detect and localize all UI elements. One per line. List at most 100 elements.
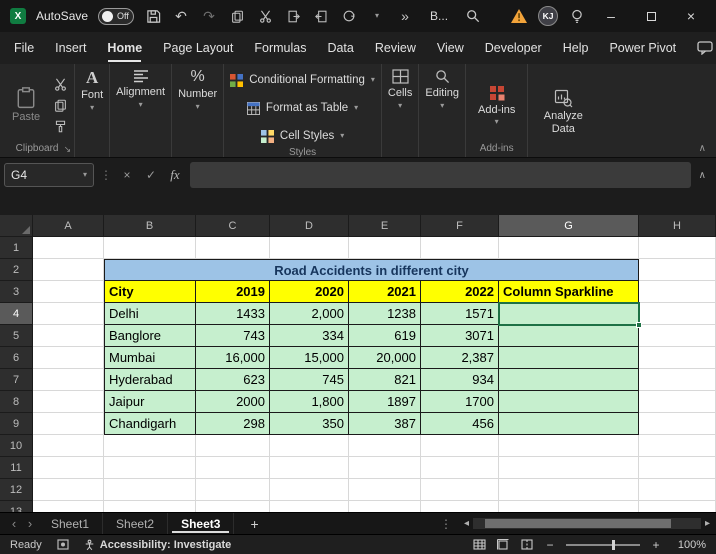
- cell-B3-header[interactable]: City: [104, 281, 196, 303]
- enter-icon[interactable]: ✓: [142, 166, 160, 184]
- sheet-nav-prev-icon[interactable]: ‹: [6, 516, 22, 531]
- clipboard-dialog-launcher-icon[interactable]: ↘: [64, 144, 72, 155]
- sheet-tab-sheet2[interactable]: Sheet2: [103, 513, 168, 534]
- cell-D8[interactable]: 1,800: [270, 391, 349, 413]
- sparkline-cell[interactable]: [499, 347, 639, 369]
- cell-C3-header[interactable]: 2019: [196, 281, 270, 303]
- cell[interactable]: [196, 457, 270, 479]
- cell-G4-sparkline-selected[interactable]: [499, 303, 639, 325]
- cell-F4[interactable]: 1571: [421, 303, 499, 325]
- tab-view[interactable]: View: [437, 41, 464, 55]
- row-header-4[interactable]: 4: [0, 303, 33, 325]
- row-header-1[interactable]: 1: [0, 237, 33, 259]
- cell[interactable]: [499, 479, 639, 501]
- tab-help[interactable]: Help: [563, 41, 589, 55]
- font-group[interactable]: A Font ▾: [75, 64, 110, 157]
- lightbulb-icon[interactable]: [568, 7, 586, 25]
- qat-sync-icon[interactable]: [340, 7, 358, 25]
- formula-bar-handle-icon[interactable]: ⋮: [100, 168, 112, 182]
- cell[interactable]: [421, 479, 499, 501]
- cell-C9[interactable]: 298: [196, 413, 270, 435]
- scroll-right-icon[interactable]: ▸: [705, 518, 710, 529]
- row-header-8[interactable]: 8: [0, 391, 33, 413]
- formula-input[interactable]: [190, 162, 691, 188]
- cell[interactable]: [349, 435, 421, 457]
- cell[interactable]: [639, 435, 716, 457]
- zoom-out-button[interactable]: −: [544, 538, 556, 552]
- sparkline-cell[interactable]: [499, 325, 639, 347]
- fill-handle[interactable]: [636, 322, 642, 328]
- cell-F5[interactable]: 3071: [421, 325, 499, 347]
- cell[interactable]: [639, 259, 716, 281]
- cell[interactable]: [196, 237, 270, 259]
- row-header-10[interactable]: 10: [0, 435, 33, 457]
- cell[interactable]: [33, 369, 104, 391]
- qat-customize-chevron-icon[interactable]: ▾: [368, 7, 386, 25]
- cell[interactable]: [33, 325, 104, 347]
- cell-E4[interactable]: 1238: [349, 303, 421, 325]
- expand-formula-bar-icon[interactable]: ∧: [697, 170, 708, 181]
- alignment-group[interactable]: Alignment ▾: [110, 64, 172, 157]
- format-painter-icon[interactable]: [52, 118, 68, 134]
- col-header-C[interactable]: C: [196, 215, 270, 237]
- col-header-G[interactable]: G: [499, 215, 639, 237]
- row-header-5[interactable]: 5: [0, 325, 33, 347]
- col-header-E[interactable]: E: [349, 215, 421, 237]
- cell[interactable]: [499, 435, 639, 457]
- minimize-button[interactable]: –: [596, 4, 626, 28]
- search-icon[interactable]: [464, 7, 482, 25]
- cell[interactable]: [33, 281, 104, 303]
- col-header-F[interactable]: F: [421, 215, 499, 237]
- editing-group[interactable]: Editing ▾: [419, 64, 466, 157]
- col-header-A[interactable]: A: [33, 215, 104, 237]
- cell-B6[interactable]: Mumbai: [104, 347, 196, 369]
- cell[interactable]: [639, 457, 716, 479]
- sheet-tab-sheet3[interactable]: Sheet3: [168, 513, 234, 534]
- zoom-slider[interactable]: [566, 544, 640, 546]
- cell[interactable]: [421, 435, 499, 457]
- analyze-data-button[interactable]: Analyze Data: [534, 87, 592, 137]
- tab-data[interactable]: Data: [327, 41, 353, 55]
- zoom-level[interactable]: 100%: [672, 539, 706, 551]
- scrollbar-thumb[interactable]: [485, 519, 671, 528]
- cell[interactable]: [349, 479, 421, 501]
- cell[interactable]: [639, 413, 716, 435]
- normal-view-icon[interactable]: [472, 539, 486, 551]
- row-header-6[interactable]: 6: [0, 347, 33, 369]
- tabbar-more-icon[interactable]: ⋮: [440, 517, 452, 531]
- col-header-H[interactable]: H: [639, 215, 716, 237]
- page-layout-view-icon[interactable]: [496, 539, 510, 551]
- qat-cut-icon[interactable]: [256, 7, 274, 25]
- tab-power-pivot[interactable]: Power Pivot: [609, 41, 676, 55]
- warning-icon[interactable]: [510, 7, 528, 25]
- cell-F9[interactable]: 456: [421, 413, 499, 435]
- name-box[interactable]: G4 ▾: [4, 163, 94, 187]
- tab-page-layout[interactable]: Page Layout: [163, 41, 233, 55]
- horizontal-scrollbar[interactable]: [473, 518, 701, 529]
- cell-E5[interactable]: 619: [349, 325, 421, 347]
- cell[interactable]: [639, 281, 716, 303]
- cell[interactable]: [639, 237, 716, 259]
- paste-button[interactable]: Paste: [6, 85, 46, 125]
- cell[interactable]: [270, 501, 349, 512]
- record-macro-icon[interactable]: [56, 539, 70, 551]
- cell[interactable]: [639, 303, 716, 325]
- cell[interactable]: [33, 347, 104, 369]
- redo-icon[interactable]: ↷: [200, 7, 218, 25]
- tab-developer[interactable]: Developer: [485, 41, 542, 55]
- cell[interactable]: [349, 457, 421, 479]
- cancel-icon[interactable]: ×: [118, 166, 136, 184]
- cell-E7[interactable]: 821: [349, 369, 421, 391]
- qat-overflow-icon[interactable]: »: [396, 7, 414, 25]
- cell-D3-header[interactable]: 2020: [270, 281, 349, 303]
- cell[interactable]: [196, 435, 270, 457]
- cells-group[interactable]: Cells ▾: [382, 64, 419, 157]
- cell[interactable]: [33, 391, 104, 413]
- row-header-7[interactable]: 7: [0, 369, 33, 391]
- cell-F6[interactable]: 2,387: [421, 347, 499, 369]
- cell-E6[interactable]: 20,000: [349, 347, 421, 369]
- maximize-button[interactable]: [636, 4, 666, 28]
- cell[interactable]: [499, 501, 639, 512]
- cell[interactable]: [639, 479, 716, 501]
- cell[interactable]: [196, 501, 270, 512]
